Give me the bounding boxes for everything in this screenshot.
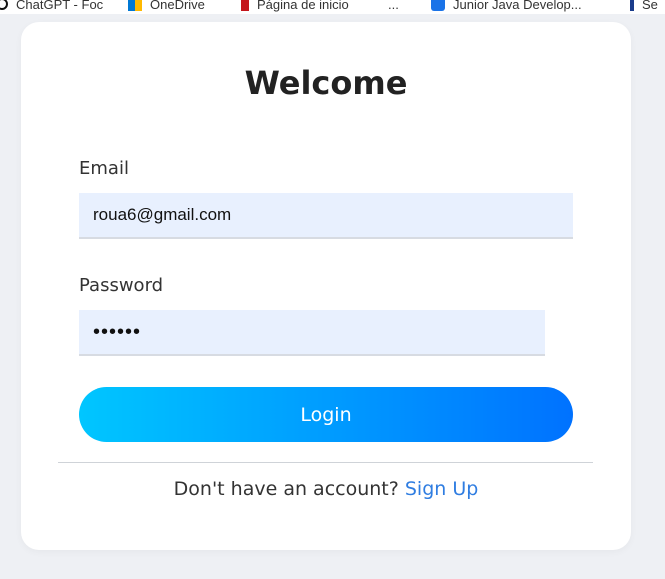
bookmark-job[interactable]: Junior Java Develop... bbox=[431, 0, 582, 14]
email-label: Email bbox=[79, 158, 129, 179]
bookmarks-bar: ChatGPT - Foc OneDrive Página de inicio … bbox=[0, 0, 665, 14]
bookmark-label: Página de inicio bbox=[257, 0, 349, 12]
netflix-icon bbox=[241, 0, 249, 11]
email-field[interactable] bbox=[79, 193, 573, 239]
onedrive-icon bbox=[128, 0, 142, 11]
bookmark-label: Junior Java Develop... bbox=[453, 0, 582, 12]
job-icon bbox=[431, 0, 445, 11]
password-label: Password bbox=[79, 275, 164, 296]
bookmark-label: Se bbox=[642, 0, 658, 12]
bookmark-chatgpt[interactable]: ChatGPT - Foc bbox=[0, 0, 103, 14]
divider bbox=[58, 462, 593, 463]
signup-link[interactable]: Sign Up bbox=[405, 478, 478, 500]
login-card: Welcome Email Password Login Don't have … bbox=[21, 22, 631, 550]
f-icon bbox=[630, 0, 634, 11]
page-title: Welcome bbox=[244, 64, 408, 102]
login-button[interactable]: Login bbox=[79, 387, 573, 442]
bookmark-f[interactable]: Se bbox=[630, 0, 658, 14]
signup-prompt: Don't have an account? bbox=[173, 478, 399, 500]
chatgpt-icon bbox=[0, 0, 8, 10]
bookmark-label: OneDrive bbox=[150, 0, 205, 12]
bookmark-label: ... bbox=[388, 0, 399, 12]
bookmark-onedrive[interactable]: OneDrive bbox=[128, 0, 205, 14]
bookmark-label: ChatGPT - Foc bbox=[16, 0, 104, 12]
password-field[interactable] bbox=[79, 310, 545, 356]
bookmark-overflow[interactable]: ... bbox=[388, 0, 399, 14]
signup-row: Don't have an account? Sign Up bbox=[21, 478, 631, 500]
bookmark-netflix[interactable]: Página de inicio bbox=[241, 0, 349, 14]
